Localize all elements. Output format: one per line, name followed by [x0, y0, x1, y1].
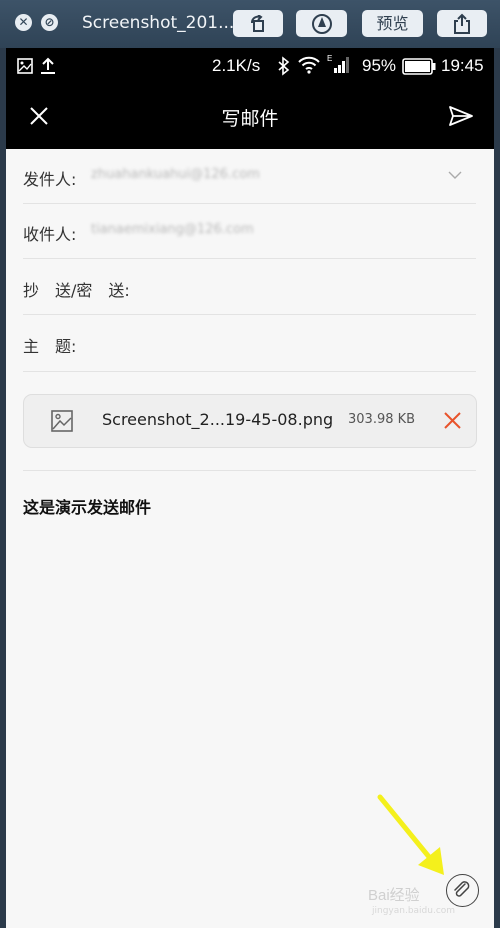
markup-button[interactable] [296, 10, 347, 37]
divider [23, 314, 476, 315]
clock: 19:45 [441, 56, 484, 75]
sender-row[interactable]: 发件人: zhuahankuahui@126.com [6, 149, 494, 204]
attachment-card[interactable]: Screenshot_2...19-45-08.png 303.98 KB [23, 394, 477, 448]
image-notification-icon [17, 58, 33, 74]
preview-titlebar: ✕ ⊘ Screenshot_201... 预览 [0, 0, 500, 48]
image-file-icon [51, 410, 73, 432]
rotate-button[interactable] [233, 10, 283, 37]
bluetooth-icon [278, 56, 290, 76]
sender-label: 发件人: [23, 170, 77, 189]
battery-icon [402, 58, 436, 75]
email-body[interactable]: 这是演示发送邮件 [23, 494, 151, 518]
svg-text:E: E [327, 54, 332, 63]
add-attachment-button[interactable] [446, 874, 479, 907]
divider [23, 371, 476, 372]
phone-screen: 2.1K/s E 95% 19:45 写邮件 发件人: zhuahankuahu… [6, 48, 494, 928]
share-button[interactable] [437, 10, 487, 37]
cellular-signal-icon: E [327, 54, 349, 73]
remove-attachment-icon[interactable] [444, 412, 461, 429]
pointer-arrow [377, 794, 444, 875]
rotate-icon [251, 14, 264, 32]
send-icon[interactable] [448, 105, 474, 127]
watermark: Bai经验 [368, 887, 420, 904]
divider [23, 470, 476, 471]
subject-row[interactable]: 主 题: [6, 316, 494, 371]
compose-app-bar: 写邮件 [6, 85, 494, 149]
attachment-name: Screenshot_2...19-45-08.png [102, 410, 334, 429]
paperclip-icon [454, 881, 470, 897]
divider [23, 258, 476, 259]
cc-bcc-label: 抄 送/密 送: [23, 281, 130, 300]
recipient-value: tianaemixiang@126.com [91, 222, 254, 237]
subject-label: 主 题: [23, 337, 77, 356]
network-speed: 2.1K/s [212, 56, 261, 75]
share-icon [454, 13, 470, 34]
page-title: 写邮件 [221, 108, 279, 130]
preview-button[interactable]: 预览 [362, 10, 423, 37]
wifi-icon [298, 56, 320, 74]
watermark-sub: jingyan.baidu.com [372, 906, 456, 916]
attachment-size: 303.98 KB [348, 412, 416, 427]
chevron-down-icon[interactable] [448, 171, 462, 180]
window-title: Screenshot_201... [82, 13, 235, 33]
markup-pen-icon [311, 13, 332, 34]
status-bar: 2.1K/s E 95% 19:45 [6, 48, 494, 85]
cc-bcc-row[interactable]: 抄 送/密 送: [6, 260, 494, 315]
recipient-row[interactable]: 收件人: tianaemixiang@126.com [6, 204, 494, 259]
battery-percent: 95% [362, 56, 397, 75]
upload-icon [41, 57, 55, 74]
recipient-label: 收件人: [23, 225, 77, 244]
sender-value: zhuahankuahui@126.com [91, 167, 260, 182]
minimize-window-icon[interactable]: ⊘ [41, 14, 58, 31]
close-window-icon[interactable]: ✕ [15, 14, 32, 31]
